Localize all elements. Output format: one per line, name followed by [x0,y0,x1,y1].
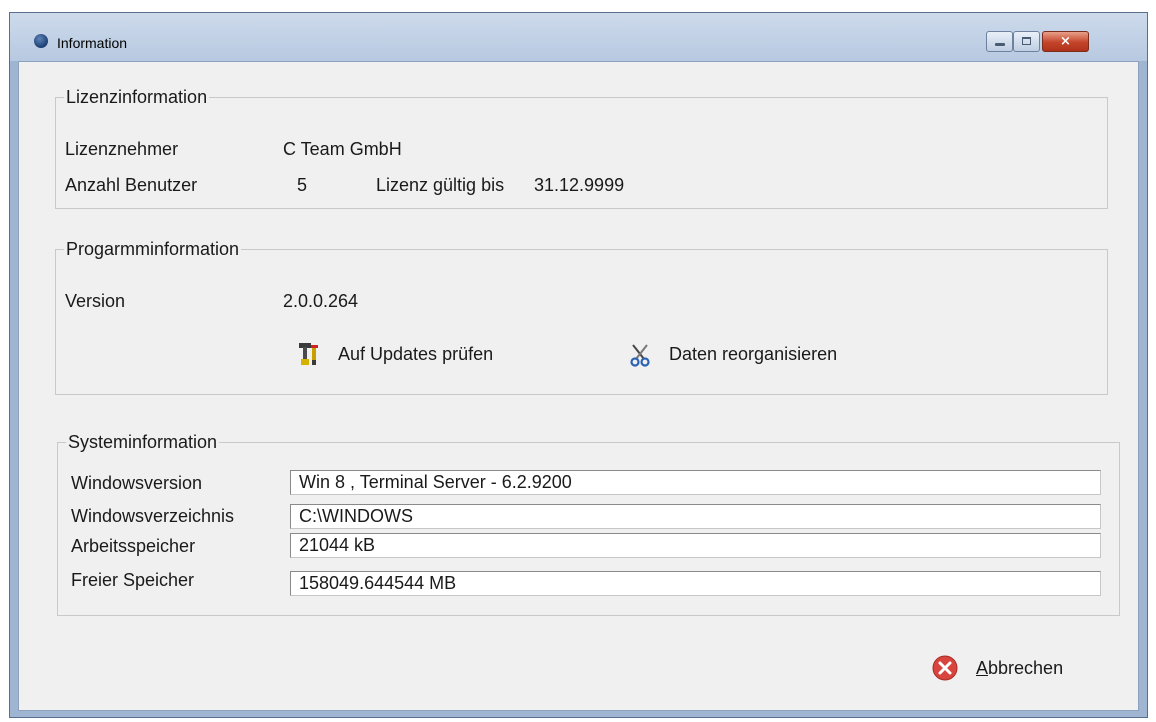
program-group-title: Progarmminformation [64,238,242,260]
window-title: Information [57,35,128,51]
license-valid-label: Lizenz gültig bis [376,175,505,195]
cancel-label-rest: bbrechen [988,658,1064,678]
license-valid-value: 31.12.9999 [534,175,625,195]
cancel-label: Abbrechen [976,658,1063,679]
windows-version-label: Windowsversion [71,473,203,493]
users-value: 5 [297,175,308,195]
free-memory-field[interactable]: 158049.644544 MB [290,571,1101,596]
memory-label: Arbeitsspeicher [71,536,196,556]
minimize-icon [995,43,1005,46]
maximize-icon [1022,37,1031,45]
system-group-title: Systeminformation [66,431,220,453]
version-value: 2.0.0.264 [283,291,359,311]
windows-directory-label: Windowsverzeichnis [71,506,235,526]
app-globe-icon [34,34,48,48]
system-group: Systeminformation Windowsversion Win 8 ,… [57,431,1120,616]
licensee-value: C Team GmbH [283,139,402,159]
close-button[interactable]: × [1042,31,1089,52]
scissors-icon [630,344,650,367]
memory-field[interactable]: 21044 kB [290,533,1101,558]
reorganize-data-label: Daten reorganisieren [669,344,838,364]
information-window: Information × Lizenzinformation Lizenzne… [9,12,1148,718]
title-bar[interactable]: Information × [10,13,1147,61]
close-icon: × [1060,34,1071,49]
licensee-label: Lizenznehmer [65,139,179,159]
check-updates-label: Auf Updates prüfen [338,344,494,364]
users-label: Anzahl Benutzer [65,175,198,195]
minimize-button[interactable] [986,31,1013,52]
cancel-button[interactable]: Abbrechen [932,655,1082,684]
program-group: Progarmminformation Version 2.0.0.264 Au… [55,238,1108,395]
maximize-button[interactable] [1013,31,1040,52]
cancel-x-circle-icon [932,655,958,681]
windows-directory-field[interactable]: C:\WINDOWS [290,504,1101,529]
version-label: Version [65,291,126,311]
dialog-client-area: Lizenzinformation Lizenznehmer C Team Gm… [18,61,1139,711]
update-tools-icon [299,343,318,365]
license-group: Lizenzinformation Lizenznehmer C Team Gm… [55,86,1108,209]
cancel-accelerator: A [976,658,989,678]
windows-version-field[interactable]: Win 8 , Terminal Server - 6.2.9200 [290,470,1101,495]
license-group-title: Lizenzinformation [64,86,210,108]
free-memory-label: Freier Speicher [71,570,195,590]
